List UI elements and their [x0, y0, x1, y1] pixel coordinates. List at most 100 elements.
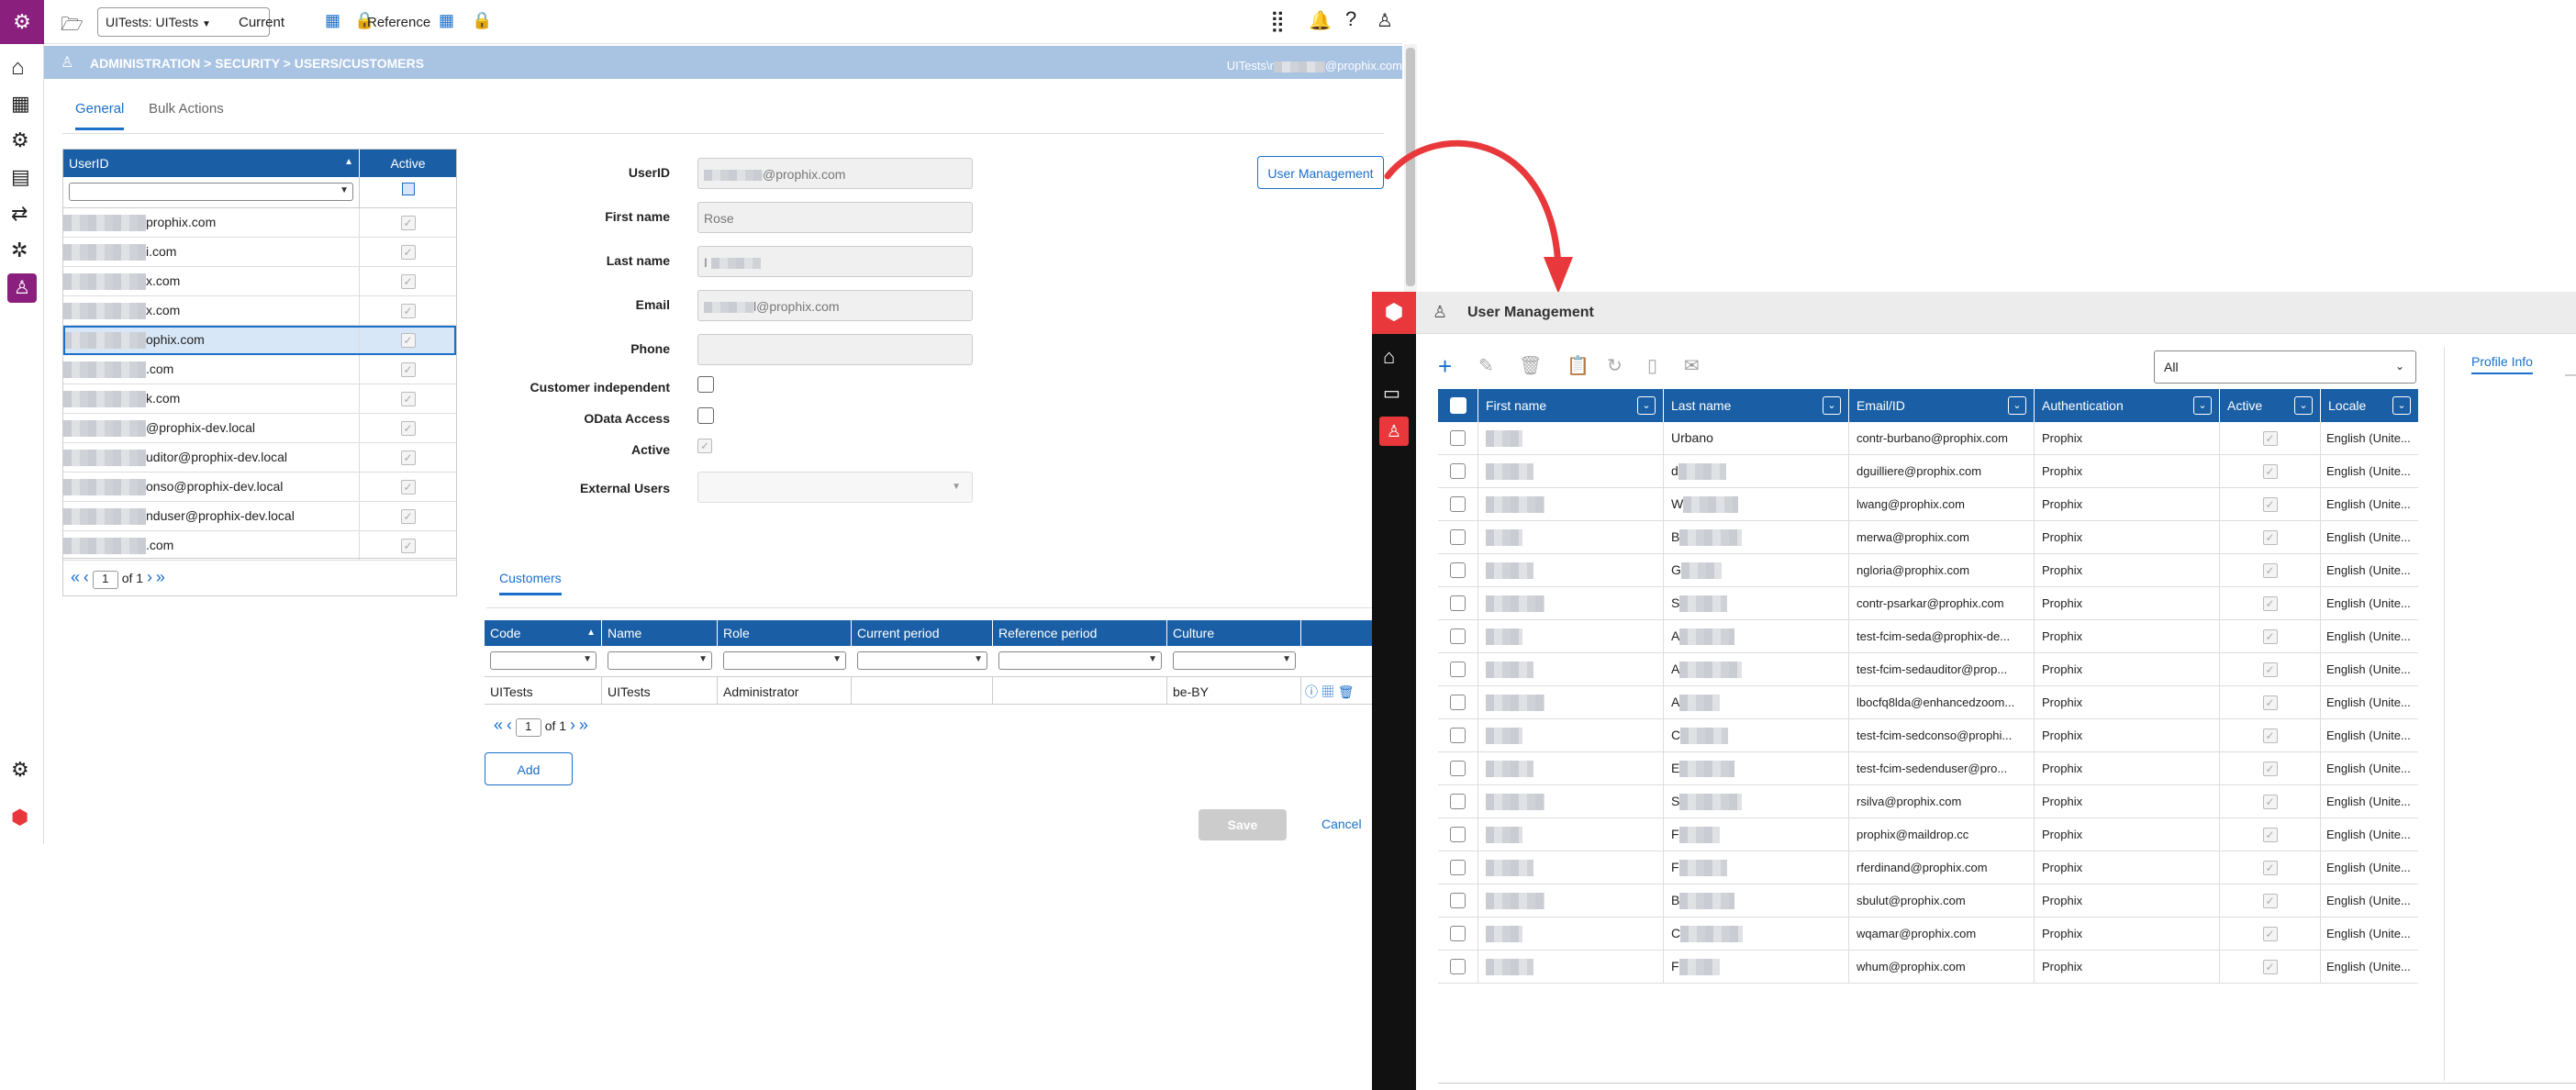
table-row[interactable]: x.com ✓ [63, 296, 456, 326]
table-row[interactable]: uditor@prophix-dev.local ✓ [63, 443, 456, 473]
reports-icon[interactable]: ▤ [11, 165, 30, 189]
delete-icon[interactable]: 🗑 [1338, 684, 1355, 699]
first-page-icon[interactable]: « [71, 568, 80, 586]
column-menu-icon[interactable]: ⌄ [2008, 396, 2026, 415]
table-row[interactable]: Fwhum@prophix.com Prophix ✓ English (Unite.… [1438, 951, 2418, 984]
user-icon[interactable]: ♙ [1377, 9, 1393, 32]
active-checkbox[interactable]: ✓ [2262, 729, 2278, 743]
userid-field[interactable]: @prophix.com [697, 158, 973, 189]
active-checkbox[interactable]: ✓ [400, 304, 416, 318]
col-role[interactable]: Role [718, 620, 852, 646]
table-row[interactable]: Albocfq8lda@enhancedzoom... Prophix ✓ Engli… [1438, 686, 2418, 719]
phone-field[interactable] [697, 334, 973, 365]
active-checkbox[interactable]: ✓ [2262, 927, 2278, 941]
next-page-icon[interactable]: › [147, 568, 152, 586]
col-last-name[interactable]: Last name ⌄ [1664, 389, 1849, 422]
mail-icon[interactable]: ✉ [1684, 354, 1700, 377]
active-checkbox[interactable]: ✓ [2262, 861, 2278, 875]
prev-page-icon[interactable]: ‹ [507, 716, 512, 734]
active-checkbox[interactable]: ✓ [2262, 894, 2278, 908]
active-checkbox[interactable]: ✓ [2262, 629, 2278, 644]
sort-asc-icon[interactable]: ▲ [586, 628, 596, 638]
active-checkbox[interactable]: ✓ [400, 362, 416, 377]
active-checkbox[interactable]: ✓ [400, 450, 416, 465]
active-checkbox[interactable]: ✓ [2262, 662, 2278, 677]
reset-icon[interactable]: ↻ [1607, 354, 1623, 377]
active-checkbox[interactable]: ✓ [2262, 596, 2278, 611]
row-select-checkbox[interactable] [1450, 628, 1466, 644]
row-select-checkbox[interactable] [1450, 562, 1466, 578]
active-checkbox[interactable]: ✓ [400, 539, 416, 553]
col-culture[interactable]: Culture [1167, 620, 1301, 646]
table-row[interactable]: Atest-fcim-seda@prophix-de... Prophix ✓ Eng… [1438, 620, 2418, 653]
row-select-checkbox[interactable] [1450, 794, 1466, 809]
reference-calendar-icon[interactable]: ▦ [439, 11, 454, 30]
table-row[interactable]: .com ✓ [63, 531, 456, 561]
table-row[interactable]: i.com ✓ [63, 238, 456, 267]
column-menu-icon[interactable]: ⌄ [2294, 396, 2313, 415]
col-active[interactable]: Active ⌄ [2220, 389, 2321, 422]
row-select-checkbox[interactable] [1450, 529, 1466, 545]
active-checkbox[interactable]: ✓ [2262, 695, 2278, 710]
row-select-checkbox[interactable] [1450, 959, 1466, 974]
table-row[interactable]: .com ✓ [63, 355, 456, 384]
info-icon[interactable]: ⓘ [1305, 684, 1318, 699]
table-row[interactable]: Srsilva@prophix.com Prophix ✓ English (Unit… [1438, 785, 2418, 818]
table-row[interactable]: Cwqamar@prophix.com Prophix ✓ English (Unit… [1438, 918, 2418, 951]
email-field[interactable]: l@prophix.com [697, 290, 973, 321]
active-checkbox[interactable]: ✓ [2262, 530, 2278, 545]
name-filter[interactable] [608, 651, 712, 670]
modules-icon[interactable]: ▦ [11, 92, 30, 116]
edit-icon[interactable]: ▦ [1321, 684, 1334, 699]
table-row[interactable]: Bmerwa@prophix.com Prophix ✓ English (Unite… [1438, 521, 2418, 554]
home-icon[interactable]: ⌂ [11, 55, 25, 81]
folder-icon[interactable]: 🗁 [61, 11, 84, 42]
device-icon[interactable]: ▯ [1647, 354, 1657, 377]
column-menu-icon[interactable]: ⌄ [2392, 396, 2411, 415]
table-row[interactable]: onso@prophix-dev.local ✓ [63, 473, 456, 502]
active-checkbox[interactable]: ✓ [2262, 563, 2278, 578]
clipboard-icon[interactable]: 📋 [1567, 354, 1589, 377]
customers-tab[interactable]: Customers [499, 571, 562, 595]
table-row[interactable]: prophix.com ✓ [63, 208, 456, 238]
firstname-field[interactable]: Rose [697, 202, 973, 233]
settings-cog-icon[interactable]: ✲ [11, 239, 28, 262]
table-row[interactable]: ophix.com ✓ [63, 326, 456, 355]
row-select-checkbox[interactable] [1450, 695, 1466, 710]
table-row[interactable]: Wlwang@prophix.com Prophix ✓ English (Unite… [1438, 488, 2418, 521]
active-checkbox[interactable]: ✓ [2262, 431, 2278, 446]
active-filter-checkbox[interactable] [401, 183, 415, 195]
row-select-checkbox[interactable] [1450, 893, 1466, 908]
id-card-icon[interactable]: ▭ [1383, 382, 1400, 405]
current-period-filter[interactable] [857, 651, 987, 670]
row-select-checkbox[interactable] [1450, 926, 1466, 941]
table-row[interactable]: nduser@prophix-dev.local ✓ [63, 502, 456, 531]
add-icon[interactable]: + [1438, 352, 1452, 381]
row-select-checkbox[interactable] [1450, 860, 1466, 875]
row-select-checkbox[interactable] [1450, 761, 1466, 776]
active-checkbox[interactable]: ✓ [400, 480, 416, 495]
active-checkbox[interactable]: ✓ [400, 509, 416, 524]
filter-select[interactable]: All ⌄ [2154, 350, 2416, 384]
tab-next[interactable] [2565, 374, 2576, 376]
table-row[interactable]: Urbano contr-burbano@prophix.com Prophix ✓ E… [1438, 422, 2418, 455]
col-first-name[interactable]: First name ⌄ [1478, 389, 1664, 422]
active-checkbox[interactable]: ✓ [400, 274, 416, 289]
active-checkbox[interactable]: ✓ [400, 333, 416, 348]
delete-icon[interactable]: 🗑 [1519, 354, 1542, 377]
active-checkbox[interactable]: ✓ [2262, 497, 2278, 512]
table-row[interactable]: Scontr-psarkar@prophix.com Prophix ✓ Englis… [1438, 587, 2418, 620]
tab-general[interactable]: General [75, 101, 125, 130]
active-checkbox[interactable]: ✓ [400, 216, 416, 230]
lastname-field[interactable]: I [697, 246, 973, 277]
external-users-select[interactable]: ▼ [697, 472, 973, 503]
help-icon[interactable]: ? [1345, 7, 1356, 31]
tab-profile-info[interactable]: Profile Info [2471, 354, 2533, 374]
row-select-checkbox[interactable] [1450, 728, 1466, 743]
column-menu-icon[interactable]: ⌄ [1823, 396, 1841, 415]
add-button[interactable]: Add [485, 752, 573, 785]
save-button[interactable]: Save [1199, 809, 1287, 840]
active-checkbox[interactable]: ✓ [400, 421, 416, 436]
row-select-checkbox[interactable] [1450, 827, 1466, 842]
tab-bulk-actions[interactable]: Bulk Actions [149, 101, 224, 117]
